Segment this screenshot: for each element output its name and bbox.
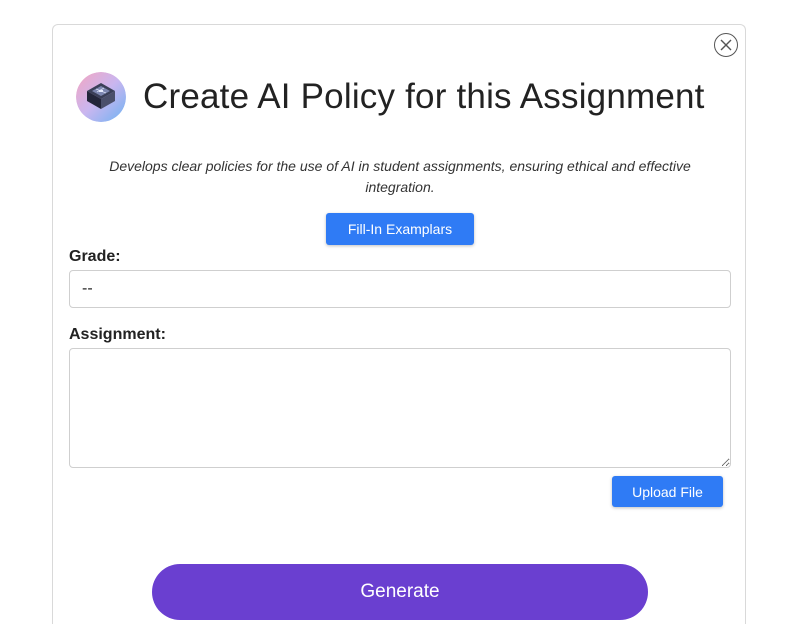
- close-icon: [720, 39, 732, 51]
- description-text: Develops clear policies for the use of A…: [109, 158, 691, 195]
- grade-input[interactable]: [69, 270, 731, 308]
- ai-chip-icon: [76, 72, 126, 122]
- close-button[interactable]: [714, 33, 738, 57]
- upload-file-button[interactable]: Upload File: [612, 476, 723, 507]
- grade-label: Grade:: [69, 248, 121, 265]
- modal-header: Create AI Policy for this Assignment: [76, 72, 705, 122]
- generate-button[interactable]: Generate: [152, 564, 648, 620]
- fill-in-examplars-button[interactable]: Fill-In Examplars: [326, 213, 474, 245]
- assignment-label: Assignment:: [69, 326, 166, 343]
- page-title: Create AI Policy for this Assignment: [143, 77, 705, 116]
- assignment-textarea[interactable]: [69, 348, 731, 468]
- ai-policy-modal: Create AI Policy for this Assignment Dev…: [52, 24, 746, 624]
